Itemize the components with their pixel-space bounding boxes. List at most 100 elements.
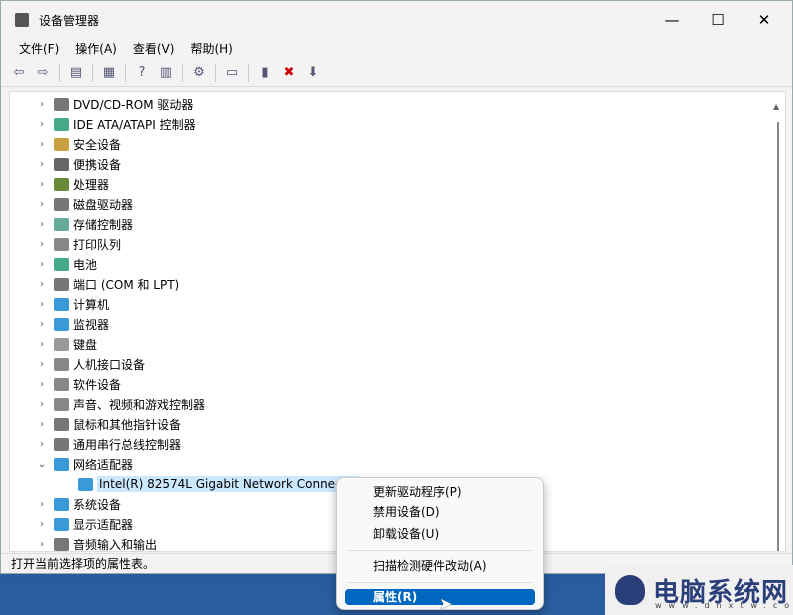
menu-3[interactable]: 帮助(H)	[182, 39, 240, 59]
back-icon[interactable]: ⇦	[9, 63, 29, 83]
forward-icon[interactable]: ⇨	[33, 63, 53, 83]
tree-item-label: 便携设备	[73, 157, 122, 172]
expand-chevron-icon[interactable]: ›	[36, 499, 48, 510]
tree-category-item[interactable]: › 监视器	[36, 314, 109, 334]
expand-chevron-icon[interactable]: ›	[36, 519, 48, 530]
context-menu-item[interactable]: 更新驱动程序(P)	[373, 482, 462, 502]
expand-chevron-icon[interactable]: ›	[36, 299, 48, 310]
device-category-icon	[54, 177, 69, 191]
tree-item-label: 电池	[73, 257, 98, 272]
expand-chevron-icon[interactable]: ›	[36, 379, 48, 390]
tree-category-item[interactable]: › 存储控制器	[36, 214, 133, 234]
help-icon[interactable]: ?	[132, 63, 152, 83]
tree-item-label: 网络适配器	[73, 457, 134, 472]
device-category-icon	[54, 217, 69, 231]
tree-item-label: IDE ATA/ATAPI 控制器	[73, 117, 196, 132]
tree-category-item[interactable]: › 便携设备	[36, 154, 121, 174]
tree-category-item[interactable]: › 端口 (COM 和 LPT)	[36, 274, 179, 294]
context-menu-item[interactable]: 卸载设备(U)	[373, 524, 439, 544]
tree-category-item[interactable]: › 电池	[36, 254, 97, 274]
device-category-icon	[54, 517, 69, 531]
device-category-icon	[54, 137, 69, 151]
properties-icon[interactable]: ▦	[99, 63, 119, 83]
expand-chevron-icon[interactable]: ›	[36, 239, 48, 250]
expand-chevron-icon[interactable]: ›	[36, 119, 48, 130]
expand-chevron-icon[interactable]: ›	[36, 439, 48, 450]
tree-category-item[interactable]: › 显示适配器	[36, 514, 133, 534]
device-category-icon	[54, 197, 69, 211]
vertical-scrollbar[interactable]: ▲	[770, 92, 785, 551]
tree-category-item[interactable]: › DVD/CD-ROM 驱动器	[36, 94, 193, 114]
expand-chevron-icon[interactable]: ›	[36, 259, 48, 270]
tree-item-label: 端口 (COM 和 LPT)	[73, 277, 180, 292]
device-category-icon	[54, 537, 69, 551]
tree-item-label: 鼠标和其他指针设备	[73, 417, 182, 432]
tree-item-label: 计算机	[73, 297, 110, 312]
tree-category-item[interactable]: › 安全设备	[36, 134, 121, 154]
console-tree-icon[interactable]: ▤	[66, 63, 86, 83]
context-menu-item[interactable]: 扫描检测硬件改动(A)	[373, 556, 487, 576]
download-icon[interactable]: ⬇	[303, 63, 323, 83]
expand-chevron-icon[interactable]: ›	[36, 359, 48, 370]
tree-category-item[interactable]: › 系统设备	[36, 494, 121, 514]
device-category-icon	[54, 417, 69, 431]
watermark-logo: 电脑系统网 www.dnxtw.com	[605, 565, 793, 615]
minimize-button[interactable]: —	[649, 1, 695, 39]
tree-item-label: 显示适配器	[73, 517, 134, 532]
action-pane-icon[interactable]: ▥	[156, 63, 176, 83]
toolbar-separator	[248, 63, 249, 82]
tree-category-item[interactable]: › IDE ATA/ATAPI 控制器	[36, 114, 196, 134]
scan-hardware-icon[interactable]: ▭	[222, 63, 242, 83]
menu-1[interactable]: 操作(A)	[67, 39, 125, 59]
expand-chevron-icon[interactable]: ›	[36, 319, 48, 330]
device-category-icon	[54, 437, 69, 451]
tree-category-item[interactable]: › 音频输入和输出	[36, 534, 158, 552]
scrollbar-thumb[interactable]	[777, 122, 779, 551]
add-device-icon[interactable]: ▮	[255, 63, 275, 83]
expand-chevron-icon[interactable]: ›	[36, 159, 48, 170]
expand-chevron-icon[interactable]: ›	[36, 199, 48, 210]
tree-category-item[interactable]: › 计算机	[36, 294, 109, 314]
tree-category-item[interactable]: ⌄ 网络适配器	[36, 454, 133, 474]
tree-category-item[interactable]: › 磁盘驱动器	[36, 194, 133, 214]
tree-item-label: 音频输入和输出	[73, 537, 158, 552]
tree-category-item[interactable]: › 人机接口设备	[36, 354, 145, 374]
tree-item-label: 磁盘驱动器	[73, 197, 134, 212]
tree-category-item[interactable]: › 打印队列	[36, 234, 121, 254]
expand-chevron-icon[interactable]: ›	[36, 399, 48, 410]
expand-chevron-icon[interactable]: ›	[36, 179, 48, 190]
watermark-url: www.dnxtw.com	[655, 601, 793, 610]
device-category-icon	[54, 257, 69, 271]
context-menu-item[interactable]: 禁用设备(D)	[373, 502, 440, 522]
tree-category-item[interactable]: › 声音、视频和游戏控制器	[36, 394, 205, 414]
expand-chevron-icon[interactable]: ›	[36, 139, 48, 150]
menu-0[interactable]: 文件(F)	[11, 39, 67, 59]
menu-2[interactable]: 查看(V)	[125, 39, 183, 59]
tree-category-item[interactable]: › 通用串行总线控制器	[36, 434, 181, 454]
expand-chevron-icon[interactable]: ›	[36, 99, 48, 110]
device-category-icon	[54, 397, 69, 411]
tree-category-item[interactable]: › 键盘	[36, 334, 97, 354]
expand-chevron-icon[interactable]: ›	[36, 539, 48, 550]
expand-chevron-icon[interactable]: ›	[36, 219, 48, 230]
tree-category-item[interactable]: › 处理器	[36, 174, 109, 194]
expand-chevron-icon[interactable]: ›	[36, 339, 48, 350]
toolbar-separator	[215, 63, 216, 82]
tree-item-label: 软件设备	[73, 377, 122, 392]
tree-device-item[interactable]: Intel(R) 82574L Gigabit Network Connecti…	[72, 474, 360, 494]
maximize-button[interactable]: ☐	[695, 1, 741, 39]
uninstall-icon[interactable]: ✖	[279, 63, 299, 83]
tree-item-label: Intel(R) 82574L Gigabit Network Connecti…	[97, 476, 360, 492]
collapse-chevron-icon[interactable]: ⌄	[36, 459, 48, 470]
device-category-icon	[54, 457, 69, 471]
tree-category-item[interactable]: › 鼠标和其他指针设备	[36, 414, 181, 434]
scroll-up-arrow[interactable]: ▲	[773, 102, 779, 111]
expand-chevron-icon[interactable]: ›	[36, 279, 48, 290]
device-category-icon	[54, 377, 69, 391]
tree-category-item[interactable]: › 软件设备	[36, 374, 121, 394]
mouse-cursor-icon: ➤	[439, 594, 453, 613]
close-button[interactable]: ✕	[741, 1, 787, 39]
update-driver-icon[interactable]: ⚙	[189, 63, 209, 83]
toolbar-separator	[125, 63, 126, 82]
expand-chevron-icon[interactable]: ›	[36, 419, 48, 430]
